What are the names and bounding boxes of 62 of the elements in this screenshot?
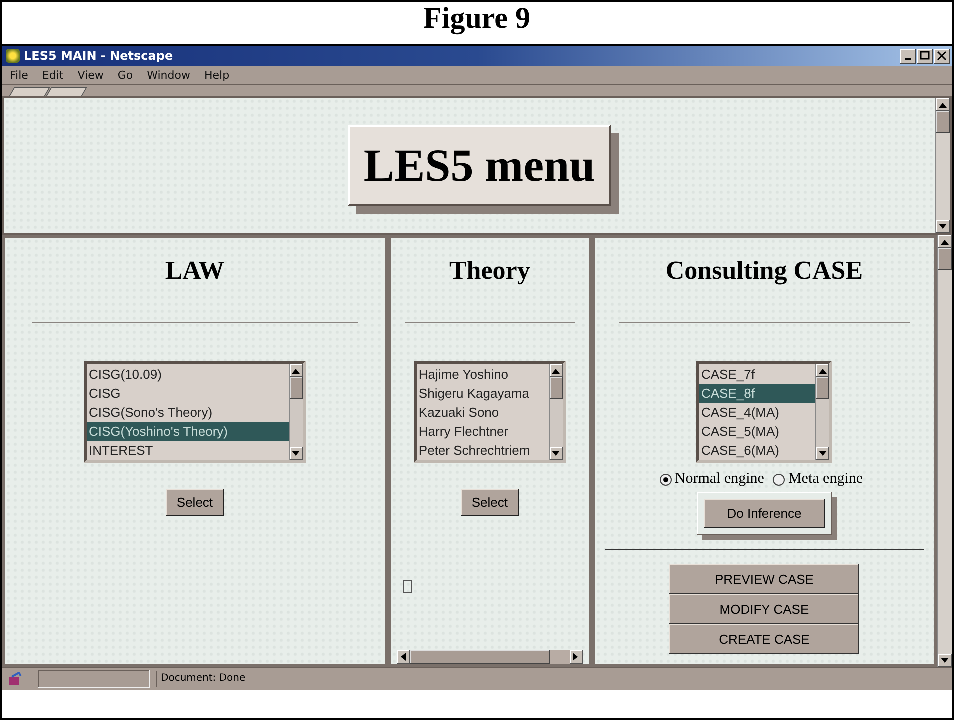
- minimize-button[interactable]: [900, 48, 916, 64]
- list-box[interactable]: CISG(10.09) CISG CISG(Sono's Theory) CISG(Yoshino's Theory) INTEREST: [84, 361, 306, 463]
- case-button[interactable]: CREATE CASE: [669, 624, 860, 654]
- scroll-thumb[interactable]: [290, 377, 303, 399]
- empty-square-icon: [402, 580, 412, 593]
- scroll-thumb[interactable]: [938, 248, 952, 270]
- maximize-icon: [920, 51, 930, 61]
- list-item[interactable]: CASE_8f: [699, 384, 816, 403]
- case-button[interactable]: MODIFY CASE: [669, 594, 860, 624]
- list-item[interactable]: CISG(Yoshino's Theory): [86, 422, 289, 441]
- scroll-thumb[interactable]: [816, 377, 830, 399]
- list-item[interactable]: CISG(Sono's Theory): [86, 403, 289, 422]
- menu-item[interactable]: Edit: [42, 68, 64, 82]
- close-button[interactable]: [934, 48, 950, 64]
- close-icon: [937, 51, 947, 61]
- status-text: Document: Done: [156, 671, 246, 687]
- list-item[interactable]: Harry Flechtner: [416, 422, 549, 441]
- scroll-thumb[interactable]: [410, 650, 550, 664]
- toolbar-tab[interactable]: [46, 87, 88, 96]
- menu-item[interactable]: View: [78, 68, 104, 82]
- scrollbar[interactable]: [288, 364, 303, 460]
- list-box[interactable]: Hajime Yoshino Shigeru Kagayama Kazuaki Sono Harry Flechtner Peter Schrechtriem: [414, 361, 566, 463]
- maximize-button[interactable]: [917, 48, 933, 64]
- minimize-icon: [905, 58, 911, 60]
- app-icon: [6, 49, 20, 63]
- toolbar-tab[interactable]: [9, 87, 51, 96]
- list-item[interactable]: CASE_6(MA): [699, 441, 816, 460]
- inference-button[interactable]: Do Inference: [704, 499, 825, 528]
- scroll-thumb[interactable]: [550, 377, 563, 399]
- select-button[interactable]: Select: [166, 489, 224, 516]
- radio-label: Meta engine: [788, 471, 864, 488]
- list-box[interactable]: CASE_7f CASE_8f CASE_4(MA) CASE_5(MA) CASE_6(MA): [696, 361, 832, 463]
- select-button[interactable]: Select: [460, 489, 519, 516]
- list-item[interactable]: Shigeru Kagayama: [416, 384, 549, 403]
- window-title: LES5 MAIN - Netscape: [24, 49, 174, 63]
- radio-label: Normal engine: [674, 471, 764, 488]
- scrollbar[interactable]: [548, 364, 563, 460]
- menu-item[interactable]: Help: [204, 68, 230, 82]
- section-heading: LAW: [165, 256, 225, 287]
- list-item[interactable]: Hajime Yoshino: [416, 365, 549, 384]
- case-button[interactable]: PREVIEW CASE: [669, 564, 860, 594]
- list-item[interactable]: CISG: [86, 384, 289, 403]
- scrollbar[interactable]: [937, 235, 952, 667]
- scroll-thumb[interactable]: [936, 111, 950, 133]
- status-icon: [8, 672, 22, 686]
- menu-item[interactable]: Window: [147, 68, 190, 82]
- list-item[interactable]: CASE_5(MA): [699, 422, 816, 441]
- list-item[interactable]: CISG(10.09): [86, 365, 289, 384]
- scrollbar[interactable]: [396, 650, 583, 664]
- section-heading: Theory: [449, 256, 530, 287]
- scrollbar[interactable]: [815, 364, 830, 460]
- list-item[interactable]: Kazuaki Sono: [416, 403, 549, 422]
- list-item[interactable]: INTEREST: [86, 441, 289, 460]
- radio-button[interactable]: [773, 474, 786, 486]
- scrollbar[interactable]: [935, 98, 950, 233]
- menu-item[interactable]: Go: [118, 68, 134, 82]
- list-item[interactable]: CASE_4(MA): [699, 403, 816, 422]
- list-item[interactable]: CASE_7f: [699, 365, 816, 384]
- section-heading: Consulting CASE: [666, 256, 864, 287]
- radio-button[interactable]: [660, 474, 672, 486]
- list-item[interactable]: Peter Schrechtriem: [416, 441, 549, 460]
- menu-item[interactable]: File: [10, 68, 28, 82]
